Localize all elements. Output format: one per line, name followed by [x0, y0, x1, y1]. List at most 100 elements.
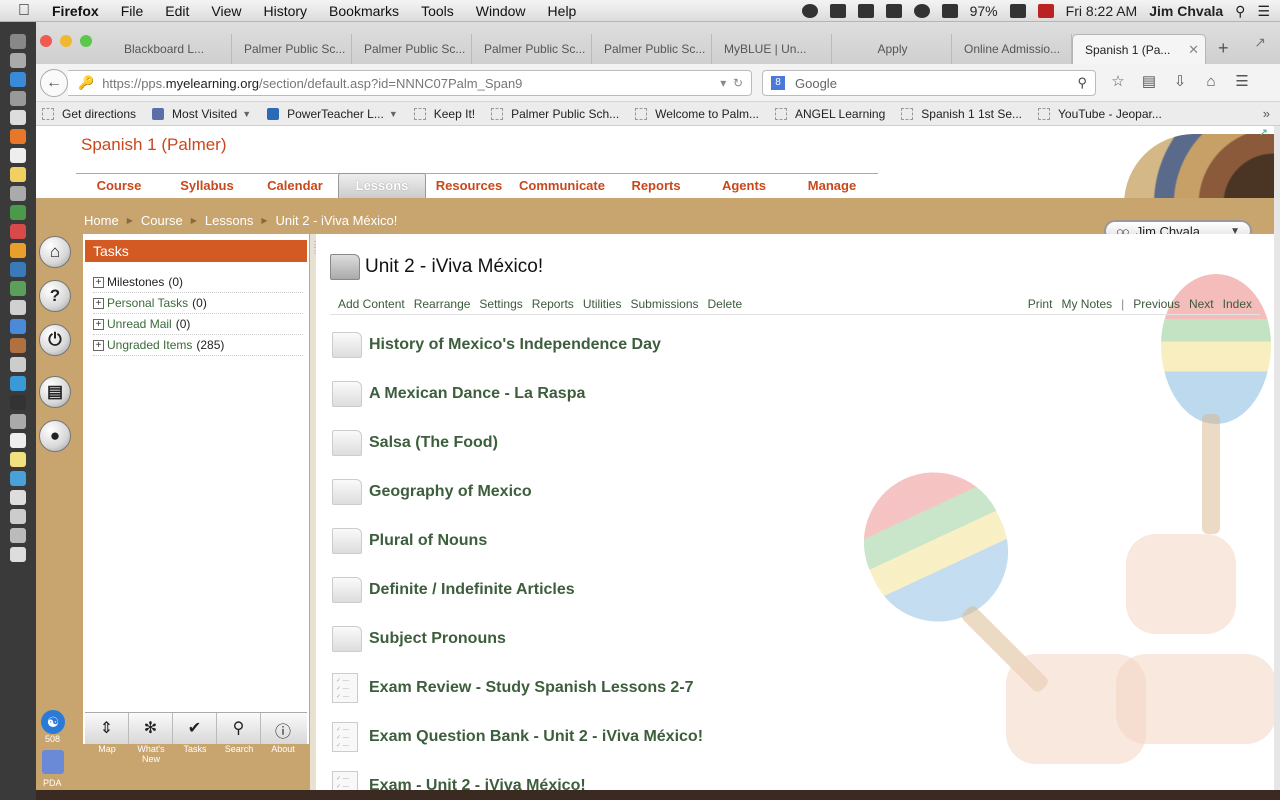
tool-label-about[interactable]: About	[261, 744, 305, 754]
dock-app-icon[interactable]	[10, 91, 26, 106]
tab-myblue[interactable]: MyBLUE | Un...	[712, 34, 832, 64]
expand-icon[interactable]: +	[93, 276, 104, 288]
flag-icon[interactable]	[1037, 4, 1054, 18]
bookmarks-overflow-icon[interactable]: »	[1263, 106, 1270, 121]
menu-edit[interactable]: Edit	[165, 3, 189, 19]
search-button[interactable]: ⚲	[217, 713, 261, 744]
tasks-button[interactable]: ✔	[173, 713, 217, 744]
nav-reports[interactable]: Reports	[612, 174, 700, 197]
downloads-icon[interactable]: ⇩	[1172, 74, 1188, 90]
tab-palmer-2[interactable]: Palmer Public Sc...	[352, 34, 472, 64]
content-item-link[interactable]: Definite / Indefinite Articles	[369, 581, 575, 599]
menu-window[interactable]: Window	[476, 3, 526, 19]
content-item[interactable]: Subject Pronouns	[332, 614, 1032, 663]
close-window-button[interactable]	[40, 35, 52, 47]
bookmark-item[interactable]: YouTube - Jeopar...	[1038, 107, 1162, 121]
dock-app-icon[interactable]	[10, 414, 26, 429]
content-item[interactable]: Exam - Unit 2 - iViva México!	[332, 761, 1032, 790]
bookmark-folder[interactable]: Most Visited ▼	[152, 107, 251, 121]
nav-syllabus[interactable]: Syllabus	[162, 174, 252, 197]
spotlight-icon[interactable]: ⚲	[1235, 3, 1245, 20]
bookmark-star-icon[interactable]: ☆	[1110, 74, 1126, 90]
breadcrumb-lessons[interactable]: Lessons	[205, 213, 253, 228]
content-item[interactable]: History of Mexico's Independence Day	[332, 320, 1032, 369]
volume-icon[interactable]	[941, 4, 958, 18]
google-search-engine-icon[interactable]: 8	[771, 76, 785, 90]
back-button[interactable]: ←	[40, 69, 68, 97]
apple-menu-icon[interactable]: 	[18, 2, 38, 20]
battery-icon[interactable]	[1009, 4, 1026, 18]
content-item-link[interactable]: Exam Review - Study Spanish Lessons 2-7	[369, 679, 694, 697]
menubar-user[interactable]: Jim Chvala	[1149, 3, 1223, 19]
bookmark-item[interactable]: ANGEL Learning	[774, 107, 885, 121]
menu-file[interactable]: File	[121, 3, 144, 19]
menu-history[interactable]: History	[263, 3, 307, 19]
dock-app-icon[interactable]	[10, 319, 26, 334]
index-link[interactable]: Index	[1223, 297, 1252, 311]
menu-tools[interactable]: Tools	[421, 3, 454, 19]
bookmark-item[interactable]: Get directions	[42, 107, 136, 121]
add-content-link[interactable]: Add Content	[338, 297, 405, 311]
dock-app-icon[interactable]	[10, 528, 26, 543]
zoom-window-button[interactable]	[80, 35, 92, 47]
dock-app-icon[interactable]	[10, 281, 26, 296]
menu-bookmarks[interactable]: Bookmarks	[329, 3, 399, 19]
dock-app-icon[interactable]	[10, 452, 26, 467]
bookmark-item[interactable]: Palmer Public Sch...	[491, 107, 619, 121]
content-item[interactable]: Exam Question Bank - Unit 2 - iViva Méxi…	[332, 712, 1032, 761]
content-item-link[interactable]: History of Mexico's Independence Day	[369, 336, 661, 354]
search-icon[interactable]: ⚲	[1077, 75, 1087, 91]
nav-manage[interactable]: Manage	[788, 174, 876, 197]
dock-app-icon[interactable]	[10, 357, 26, 372]
content-item[interactable]: A Mexican Dance - La Raspa	[332, 369, 1032, 418]
task-label[interactable]: Personal Tasks	[107, 296, 188, 310]
menu-view[interactable]: View	[211, 3, 241, 19]
delete-link[interactable]: Delete	[708, 297, 743, 311]
new-tab-button[interactable]: +	[1206, 34, 1241, 64]
rearrange-link[interactable]: Rearrange	[414, 297, 471, 311]
menu-app[interactable]: Firefox	[52, 3, 99, 19]
menubar-clock[interactable]: Fri 8:22 AM	[1066, 3, 1138, 19]
accessibility-icon[interactable]: ☯	[41, 710, 65, 734]
logout-button[interactable]: ⏻	[39, 324, 71, 356]
dock-app-icon[interactable]	[10, 72, 26, 87]
tool-label-map[interactable]: Map	[85, 744, 129, 754]
task-milestones[interactable]: + Milestones (0)	[93, 272, 303, 293]
tab-blackboard[interactable]: Blackboard L...	[112, 34, 232, 64]
dock-app-icon[interactable]	[10, 224, 26, 239]
files-button[interactable]: ▤	[39, 376, 71, 408]
content-item-link[interactable]: Exam - Unit 2 - iViva México!	[369, 777, 586, 791]
notification-center-icon[interactable]: ☰	[1257, 3, 1270, 20]
tool-label-whats-new[interactable]: What's New	[129, 744, 173, 764]
home-icon[interactable]: ⌂	[1203, 74, 1219, 90]
dock-app-icon[interactable]	[10, 110, 26, 125]
dock-app-icon[interactable]	[10, 148, 26, 163]
bookmark-item[interactable]: Welcome to Palm...	[635, 107, 759, 121]
dock-app-icon[interactable]	[10, 490, 26, 505]
home-button[interactable]: ⌂	[39, 236, 71, 268]
breadcrumb-course[interactable]: Course	[141, 213, 183, 228]
about-button[interactable]: ⓘ	[261, 713, 305, 744]
task-personal-tasks[interactable]: + Personal Tasks (0)	[93, 293, 303, 314]
content-item[interactable]: Plural of Nouns	[332, 516, 1032, 565]
next-link[interactable]: Next	[1189, 297, 1214, 311]
previous-link[interactable]: Previous	[1133, 297, 1180, 311]
dock-app-icon[interactable]	[10, 471, 26, 486]
dock-app-icon[interactable]	[10, 53, 26, 68]
expand-icon[interactable]: +	[93, 339, 104, 351]
dock-app-icon[interactable]	[10, 376, 26, 391]
tab-palmer-3[interactable]: Palmer Public Sc...	[472, 34, 592, 64]
bookmark-item[interactable]: Keep It!	[413, 107, 475, 121]
tool-label-search[interactable]: Search	[217, 744, 261, 754]
dock-app-icon[interactable]	[10, 300, 26, 315]
reading-list-icon[interactable]: ▤	[1141, 74, 1157, 90]
submissions-link[interactable]: Submissions	[630, 297, 698, 311]
status-menu-icon[interactable]	[801, 4, 818, 18]
content-item[interactable]: Salsa (The Food)	[332, 418, 1032, 467]
utilities-link[interactable]: Utilities	[583, 297, 622, 311]
content-item-link[interactable]: Plural of Nouns	[369, 532, 487, 550]
profile-button[interactable]: ●	[39, 420, 71, 452]
time-machine-icon[interactable]	[857, 4, 874, 18]
dock-app-icon[interactable]	[10, 34, 26, 49]
battery-percent[interactable]: 97%	[970, 3, 998, 19]
